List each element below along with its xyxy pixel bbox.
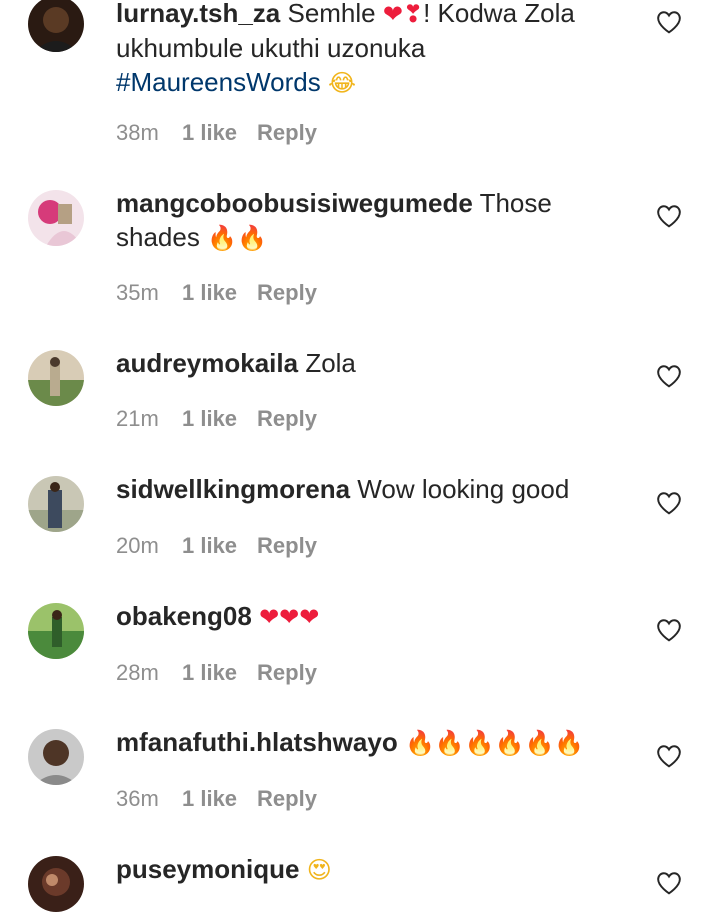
comment-timestamp: 35m [116,280,159,305]
avatar[interactable] [28,603,84,659]
comment-likes-count[interactable]: 1 like [182,120,237,145]
like-button[interactable] [656,10,682,34]
comment-text: mfanafuthi.hlatshwayo 🔥🔥🔥🔥🔥🔥 [116,725,636,760]
comment-meta: 20m 1 like Reply [116,533,317,559]
like-button[interactable] [656,491,682,515]
like-button[interactable] [656,871,682,895]
username-link[interactable]: mfanafuthi.hlatshwayo [116,727,398,757]
comment-text-segment: Zola [298,348,356,378]
like-button[interactable] [656,364,682,388]
reply-button[interactable]: Reply [257,280,317,305]
comment-likes-count[interactable]: 1 like [182,533,237,558]
reply-button[interactable]: Reply [257,660,317,685]
comment-timestamp: 20m [116,533,159,558]
comment-body: mangcoboobusisiwegumede Those shades 🔥🔥 [116,186,636,255]
username-link[interactable]: obakeng08 [116,601,252,631]
reply-button[interactable]: Reply [257,533,317,558]
hashtag-link[interactable]: #MaureensWords [116,67,321,97]
avatar[interactable] [28,0,84,52]
laughing-emoji: 😂 [327,69,357,97]
heart-outline-icon [657,492,681,515]
comment-meta: 28m 1 like Reply [116,660,317,686]
comment-text: sidwellkingmorena Wow looking good [116,472,636,506]
comment-timestamp: 28m [116,660,159,685]
comment-meta: 35m 1 like Reply [116,280,317,306]
like-button[interactable] [656,204,682,228]
reply-button[interactable]: Reply [257,406,317,431]
avatar-image [28,190,84,246]
comment-text-segment [299,854,306,884]
heart-outline-icon [657,11,681,34]
comment-timestamp: 21m [116,406,159,431]
comment-timestamp: 38m [116,120,159,145]
fire-emoji: 🔥🔥 [207,224,267,252]
reply-button[interactable]: Reply [257,786,317,811]
heart-exclamation-emoji: ❣ [402,0,424,28]
username-link[interactable]: audreymokaila [116,348,298,378]
heart-outline-icon [657,745,681,768]
comment-text: lurnay.tsh_za Semhle ❤❣! Kodwa Zola ukhu… [116,0,636,100]
comment-body: lurnay.tsh_za Semhle ❤❣! Kodwa Zola ukhu… [116,0,636,100]
heart-outline-icon [657,872,681,895]
comment-meta: 21m 1 like Reply [116,406,317,432]
comment-text-segment: Wow looking good [350,474,570,504]
heart-eyes-emoji: 😍 [306,856,332,884]
comment-likes-count[interactable]: 1 like [182,406,237,431]
comment-meta: 36m 1 like Reply [116,786,317,812]
heart-outline-icon [657,619,681,642]
heart-outline-icon [657,365,681,388]
username-link[interactable]: lurnay.tsh_za [116,0,280,28]
avatar[interactable] [28,190,84,246]
comment-likes-count[interactable]: 1 like [182,280,237,305]
reply-button[interactable]: Reply [257,120,317,145]
comment-text-segment [252,601,259,631]
heart-outline-icon [657,205,681,228]
comment-text-segment [321,67,328,97]
username-link[interactable]: mangcoboobusisiwegumede [116,188,473,218]
avatar-image [28,350,84,406]
comment-text: obakeng08 ❤❤❤ [116,599,636,634]
comment-text-segment [398,727,405,757]
comment-meta: 38m 1 like Reply [116,120,317,146]
comment-body: puseymonique 😍 [116,852,636,887]
comment-likes-count[interactable]: 1 like [182,660,237,685]
comment-text: mangcoboobusisiwegumede Those shades 🔥🔥 [116,186,636,255]
comment-body: sidwellkingmorena Wow looking good [116,472,636,506]
comment-body: audreymokaila Zola [116,346,636,380]
avatar-image [28,476,84,532]
avatar-image [28,0,84,52]
like-button[interactable] [656,744,682,768]
comment-body: obakeng08 ❤❤❤ [116,599,636,634]
like-button[interactable] [656,618,682,642]
username-link[interactable]: sidwellkingmorena [116,474,350,504]
avatar-image [28,603,84,659]
avatar[interactable] [28,856,84,912]
fire-emoji: 🔥🔥🔥🔥🔥🔥 [404,729,585,757]
comment-body: mfanafuthi.hlatshwayo 🔥🔥🔥🔥🔥🔥 [116,725,636,760]
avatar[interactable] [28,729,84,785]
comment-text: audreymokaila Zola [116,346,636,380]
avatar-image [28,729,84,785]
comment-likes-count[interactable]: 1 like [182,786,237,811]
avatar-image [28,856,84,912]
comment-timestamp: 36m [116,786,159,811]
username-link[interactable]: puseymonique [116,854,299,884]
heart-emoji: ❤ [382,0,403,28]
comment-text-segment: Semhle [280,0,383,28]
avatar[interactable] [28,350,84,406]
avatar[interactable] [28,476,84,532]
comment-text: puseymonique 😍 [116,852,636,887]
heart-emoji: ❤❤❤ [259,603,320,631]
